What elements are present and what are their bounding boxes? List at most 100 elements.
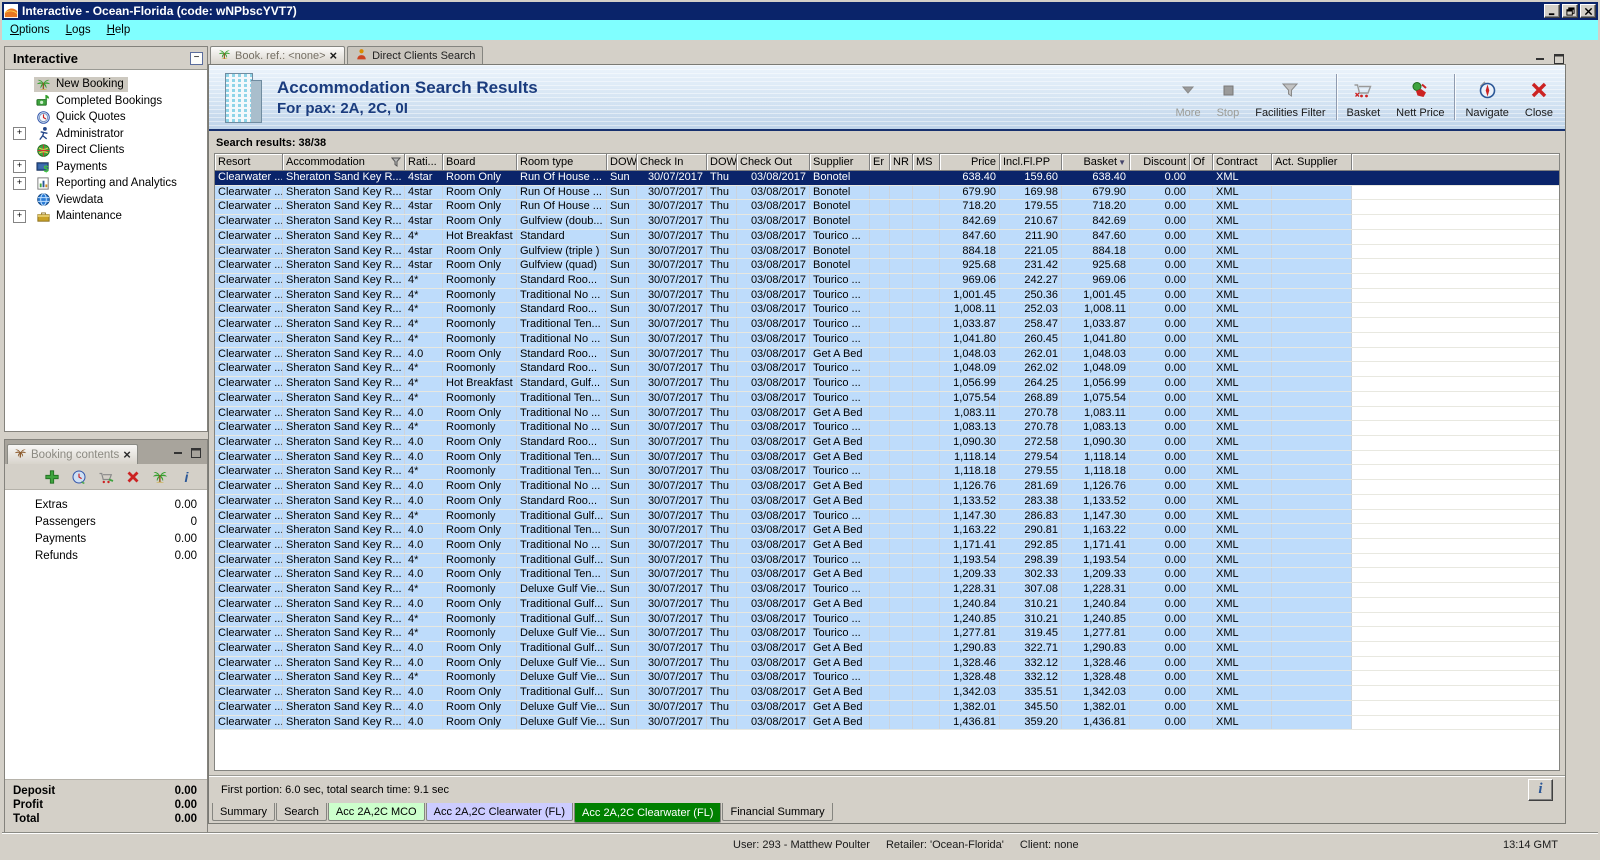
sidebar-item[interactable]: + Administrator — [5, 126, 207, 143]
table-row[interactable]: Clearwater ... Sheraton Sand Key R... 4.0 R… — [215, 406, 1559, 422]
bottom-tab[interactable]: Acc 2A,2C Clearwater (FL) — [425, 803, 574, 821]
table-row[interactable]: Clearwater ... Sheraton Sand Key R... 4* Ro… — [215, 318, 1559, 333]
table-row[interactable]: Clearwater ... Sheraton Sand Key R... 4sta… — [215, 185, 1559, 201]
column-header[interactable]: Act. Supplier — [1272, 154, 1352, 171]
expand-icon[interactable]: + — [13, 176, 26, 190]
close-button[interactable] — [1580, 4, 1596, 18]
nett-price-button[interactable]: Nett Price — [1388, 68, 1452, 126]
expand-icon[interactable]: + — [13, 209, 26, 223]
sidebar-item[interactable]: + New Booking — [5, 76, 207, 93]
column-header[interactable]: Check Out — [737, 154, 810, 171]
quick-quote-icon[interactable] — [71, 469, 87, 485]
maximize-panel-icon[interactable] — [1554, 54, 1564, 64]
collapse-panel-button[interactable]: − — [190, 51, 203, 65]
column-header[interactable]: DOW — [707, 154, 737, 171]
bottom-tab[interactable]: Acc 2A,2C MCO — [327, 803, 425, 821]
table-row[interactable]: Clearwater ... Sheraton Sand Key R... 4.0 R… — [215, 524, 1559, 539]
menu-item-logs[interactable]: Logs — [58, 22, 99, 38]
column-header[interactable]: Resort — [215, 154, 283, 171]
stop-button[interactable]: Stop — [1209, 68, 1248, 126]
table-row[interactable]: Clearwater ... Sheraton Sand Key R... 4sta… — [215, 171, 1559, 186]
table-row[interactable]: Clearwater ... Sheraton Sand Key R... 4* Ro… — [215, 553, 1559, 569]
sidebar-item[interactable]: + Maintenance — [5, 208, 207, 225]
table-row[interactable]: Clearwater ... Sheraton Sand Key R... 4.0 R… — [215, 347, 1559, 363]
column-header[interactable]: Supplier — [810, 154, 870, 171]
booking-contents-row[interactable]: Extras 0.00 — [5, 496, 207, 513]
table-row[interactable]: Clearwater ... Sheraton Sand Key R... 4* Ro… — [215, 671, 1559, 687]
more-button[interactable]: More — [1168, 68, 1209, 126]
table-row[interactable]: Clearwater ... Sheraton Sand Key R... 4* Ro… — [215, 627, 1559, 642]
column-header[interactable]: Er — [870, 154, 890, 171]
table-row[interactable]: Clearwater ... Sheraton Sand Key R... 4.0 R… — [215, 538, 1559, 554]
column-header[interactable]: Accommodation — [283, 154, 405, 171]
document-tab[interactable]: Book. ref.: <none> × — [210, 46, 346, 64]
table-row[interactable]: Clearwater ... Sheraton Sand Key R... 4.0 R… — [215, 494, 1559, 510]
sidebar-item[interactable]: + Direct Clients — [5, 142, 207, 159]
table-row[interactable]: Clearwater ... Sheraton Sand Key R... 4* Ro… — [215, 303, 1559, 319]
maximize-panel-icon[interactable] — [191, 448, 201, 458]
sidebar-item[interactable]: + Quick Quotes — [5, 109, 207, 126]
bottom-tab[interactable]: Search — [276, 803, 327, 821]
bottom-tab[interactable]: Financial Summary — [722, 803, 833, 821]
minimize-panel-icon[interactable] — [174, 448, 184, 458]
column-header[interactable]: Check In — [637, 154, 707, 171]
minimize-button[interactable] — [1544, 4, 1560, 18]
info-icon[interactable]: i — [179, 469, 195, 485]
column-header[interactable]: MS — [913, 154, 940, 171]
table-row[interactable]: Clearwater ... Sheraton Sand Key R... 4sta… — [215, 215, 1559, 230]
table-row[interactable]: Clearwater ... Sheraton Sand Key R... 4* Ro… — [215, 288, 1559, 304]
column-header[interactable]: Of — [1190, 154, 1213, 171]
table-row[interactable]: Clearwater ... Sheraton Sand Key R... 4sta… — [215, 244, 1559, 260]
table-row[interactable]: Clearwater ... Sheraton Sand Key R... 4.0 R… — [215, 568, 1559, 584]
close-button[interactable]: Close — [1517, 68, 1561, 126]
column-header[interactable]: Room type — [517, 154, 607, 171]
restore-button[interactable] — [1562, 4, 1578, 18]
add-to-basket-icon[interactable] — [98, 469, 114, 485]
table-row[interactable]: Clearwater ... Sheraton Sand Key R... 4* Ro… — [215, 612, 1559, 628]
table-row[interactable]: Clearwater ... Sheraton Sand Key R... 4* Ro… — [215, 362, 1559, 378]
column-header[interactable]: DOW — [607, 154, 637, 171]
facilities-filter-button[interactable]: Facilities Filter — [1247, 68, 1333, 126]
table-row[interactable]: Clearwater ... Sheraton Sand Key R... 4* Ro… — [215, 421, 1559, 436]
close-tab-icon[interactable]: × — [330, 48, 338, 63]
holiday-icon[interactable] — [152, 469, 168, 485]
bottom-tab[interactable]: Acc 2A,2C Clearwater (FL) — [574, 803, 722, 823]
table-row[interactable]: Clearwater ... Sheraton Sand Key R... 4.0 R… — [215, 642, 1559, 657]
table-row[interactable]: Clearwater ... Sheraton Sand Key R... 4.0 R… — [215, 480, 1559, 495]
bottom-tab[interactable]: Summary — [212, 803, 276, 821]
table-row[interactable]: Clearwater ... Sheraton Sand Key R... 4.0 R… — [215, 715, 1559, 731]
filter-funnel-icon[interactable] — [391, 157, 401, 167]
table-row[interactable]: Clearwater ... Sheraton Sand Key R... 4* Ro… — [215, 509, 1559, 525]
column-header[interactable]: Incl.Fl.PP — [1000, 154, 1062, 171]
booking-contents-tab[interactable]: Booking contents × — [7, 444, 138, 464]
booking-contents-row[interactable]: Refunds 0.00 — [5, 547, 207, 564]
table-row[interactable]: Clearwater ... Sheraton Sand Key R... 4.0 R… — [215, 686, 1559, 701]
sidebar-item[interactable]: + Completed Bookings — [5, 93, 207, 110]
sidebar-item[interactable]: + Viewdata — [5, 192, 207, 209]
menu-item-options[interactable]: Options — [2, 22, 58, 38]
info-button[interactable]: i — [1528, 778, 1553, 801]
menu-item-help[interactable]: Help — [99, 22, 139, 38]
column-header[interactable]: Discount — [1130, 154, 1190, 171]
table-row[interactable]: Clearwater ... Sheraton Sand Key R... 4* Ro… — [215, 583, 1559, 598]
table-row[interactable]: Clearwater ... Sheraton Sand Key R... 4sta… — [215, 200, 1559, 216]
booking-contents-row[interactable]: Payments 0.00 — [5, 530, 207, 547]
navigate-button[interactable]: Navigate — [1457, 68, 1516, 126]
table-row[interactable]: Clearwater ... Sheraton Sand Key R... 4.0 R… — [215, 435, 1559, 451]
delete-icon[interactable] — [125, 469, 141, 485]
column-header[interactable]: Board — [443, 154, 517, 171]
column-header[interactable]: NR — [890, 154, 913, 171]
table-row[interactable]: Clearwater ... Sheraton Sand Key R... 4.0 R… — [215, 656, 1559, 672]
table-row[interactable]: Clearwater ... Sheraton Sand Key R... 4.0 R… — [215, 450, 1559, 466]
table-row[interactable]: Clearwater ... Sheraton Sand Key R... 4* Ro… — [215, 391, 1559, 407]
table-row[interactable]: Clearwater ... Sheraton Sand Key R... 4* Ho… — [215, 229, 1559, 245]
booking-contents-row[interactable]: Passengers 0 — [5, 513, 207, 530]
sidebar-item[interactable]: + $ Payments — [5, 159, 207, 176]
add-icon[interactable] — [44, 469, 60, 485]
table-row[interactable]: Clearwater ... Sheraton Sand Key R... 4* Ho… — [215, 377, 1559, 392]
expand-icon[interactable]: + — [13, 160, 26, 174]
column-header[interactable]: Rati... — [405, 154, 443, 171]
table-row[interactable]: Clearwater ... Sheraton Sand Key R... 4.0 R… — [215, 700, 1559, 716]
minimize-panel-icon[interactable] — [1536, 54, 1546, 64]
sidebar-item[interactable]: + Reporting and Analytics — [5, 175, 207, 192]
